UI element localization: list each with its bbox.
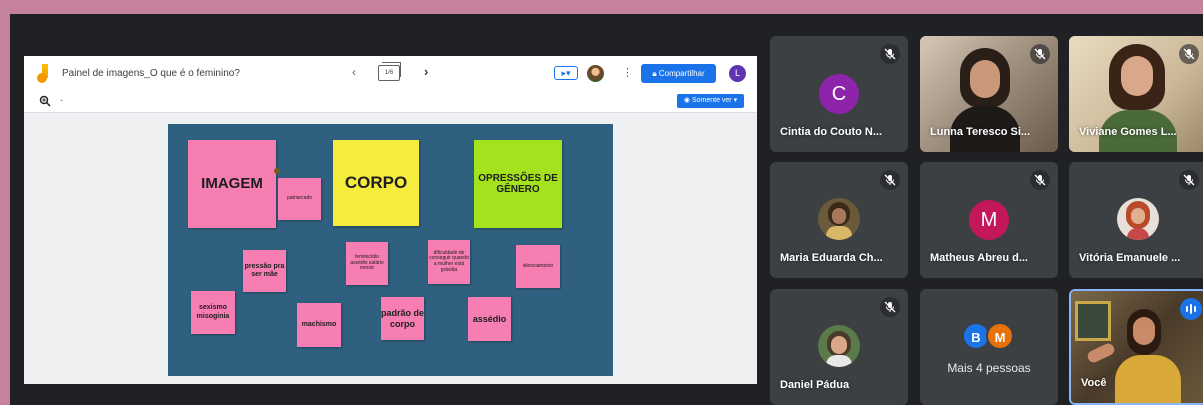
participant-name: Vitória Emanuele ... — [1079, 252, 1181, 264]
avatar — [818, 325, 860, 367]
mic-off-icon — [880, 44, 900, 64]
sticky-note-sexismo[interactable]: sexismo misoginia — [191, 291, 235, 334]
frame-counter-button[interactable]: 1/6 — [378, 62, 401, 81]
participant-name: Viviane Gomes L... — [1079, 126, 1177, 138]
view-only-button[interactable]: ◉ Somente ver ▾ — [677, 94, 744, 108]
avatar: C — [819, 74, 859, 114]
jamboard-logo-icon — [37, 64, 48, 83]
participant-name: Matheus Abreu d... — [930, 252, 1028, 264]
mic-off-icon — [880, 170, 900, 190]
more-participants-tile[interactable]: B M Mais 4 pessoas — [920, 289, 1058, 405]
sticky-note-padrao[interactable]: padrão de corpo — [381, 297, 424, 340]
avatar: M — [969, 200, 1009, 240]
view-only-label: Somente ver — [691, 97, 732, 104]
participant-tile[interactable]: M Matheus Abreu d... — [920, 162, 1058, 278]
sticky-note-silenciamento[interactable]: silenciamento — [516, 245, 560, 288]
avatar — [818, 198, 860, 240]
sticky-note-opressoes[interactable]: OPRESSÕES DE GÊNERO — [474, 140, 562, 228]
participant-tile[interactable]: Viviane Gomes L... — [1069, 36, 1203, 152]
sticky-note-patriarcado[interactable]: patriarcado — [278, 178, 321, 220]
jamboard-canvas[interactable]: IMAGEM patriarcado CORPO OPRESSÕES DE GÊ… — [168, 124, 613, 376]
avatar: M — [986, 322, 1014, 350]
jamboard-title[interactable]: Painel de imagens_O que é o feminino? — [62, 68, 240, 79]
share-button-label: Compartilhar — [658, 69, 705, 78]
mic-off-icon — [1030, 44, 1050, 64]
shared-screen[interactable]: Painel de imagens_O que é o feminino? ‹ … — [24, 56, 757, 384]
sticky-note-feminicidio[interactable]: feminicídio assédio salário menor — [346, 242, 388, 285]
self-tile[interactable]: Você — [1069, 289, 1203, 405]
sticky-note-dificuldade[interactable]: dificuldade de conseguir quando a mulher… — [428, 240, 470, 284]
mic-off-icon — [1179, 44, 1199, 64]
previous-frame-button[interactable]: ‹ — [352, 65, 356, 79]
more-participants-label: Mais 4 pessoas — [947, 361, 1031, 375]
participant-name: Cintia do Couto N... — [780, 126, 883, 138]
participant-tile[interactable]: C Cintia do Couto N... — [770, 36, 908, 152]
participant-name: Você — [1081, 377, 1107, 389]
participant-tile[interactable]: Lunna Teresco Si... — [920, 36, 1058, 152]
present-button[interactable]: ▸▾ — [554, 66, 578, 80]
participant-name: Daniel Pádua — [780, 379, 850, 391]
sticky-note-pressao[interactable]: pressão pra ser mãe — [243, 250, 286, 292]
eye-icon: ◉ — [683, 97, 692, 104]
pin-icon — [274, 168, 280, 174]
zoom-icon[interactable] — [39, 95, 51, 107]
participant-tile[interactable]: Vitória Emanuele ... — [1069, 162, 1203, 278]
avatar — [1117, 198, 1159, 240]
participant-name: Maria Eduarda Ch... — [780, 252, 883, 264]
mic-off-icon — [1179, 170, 1199, 190]
meet-window: Painel de imagens_O que é o feminino? ‹ … — [10, 14, 1203, 405]
participant-tile[interactable]: Daniel Pádua — [770, 289, 908, 405]
sticky-note-machismo[interactable]: machismo — [297, 303, 341, 347]
chevron-down-icon: ▾ — [731, 97, 738, 104]
user-avatar[interactable] — [587, 65, 604, 82]
present-icon: ▸▾ — [561, 68, 571, 78]
jamboard-header: Painel de imagens_O que é o feminino? ‹ … — [24, 56, 757, 91]
participant-name: Lunna Teresco Si... — [930, 126, 1031, 138]
sticky-note-corpo[interactable]: CORPO — [333, 140, 419, 226]
share-button[interactable]: 🔒︎ Compartilhar — [641, 64, 716, 83]
zoom-dropdown[interactable]: - — [60, 95, 63, 105]
jamboard-toolbar: - ◉ Somente ver ▾ — [24, 91, 757, 113]
next-frame-button[interactable]: › — [424, 64, 428, 79]
more-options-icon[interactable]: ⋮ — [622, 66, 633, 79]
mic-off-icon — [880, 297, 900, 317]
participant-tile[interactable]: Maria Eduarda Ch... — [770, 162, 908, 278]
speaking-indicator-icon — [1180, 298, 1202, 320]
mic-off-icon — [1030, 170, 1050, 190]
sticky-note-imagem[interactable]: IMAGEM — [188, 140, 276, 228]
account-avatar[interactable]: L — [729, 65, 746, 82]
sticky-note-assedio[interactable]: assédio — [468, 297, 511, 341]
